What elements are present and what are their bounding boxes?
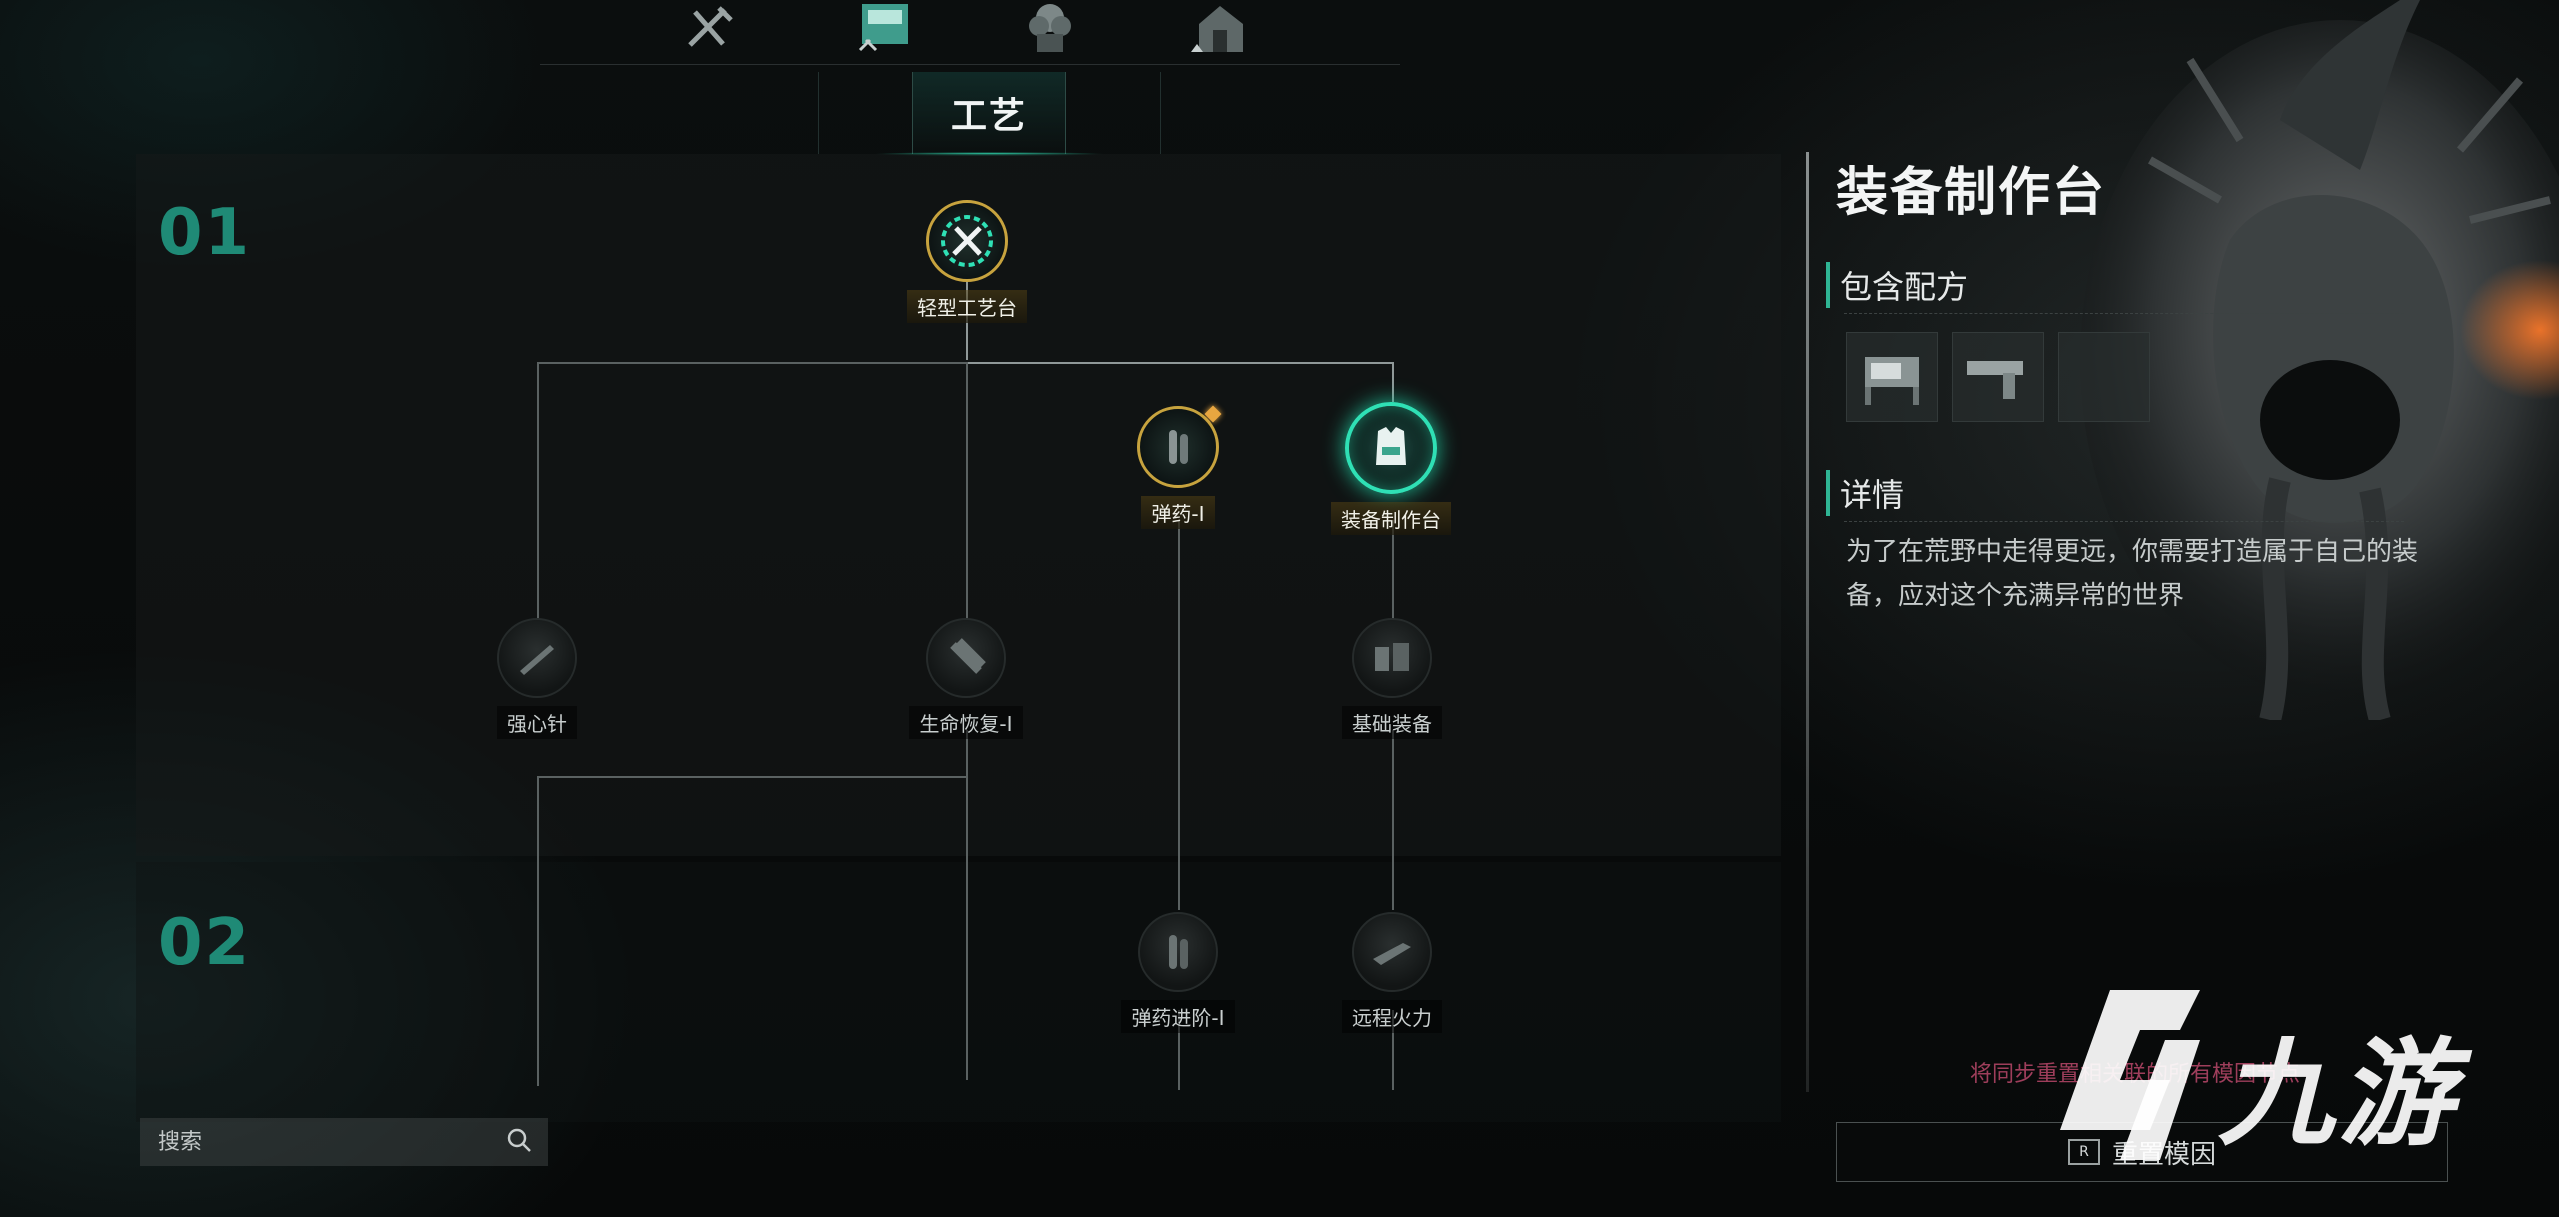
tree-connector bbox=[1178, 520, 1180, 910]
tree-connector bbox=[966, 362, 968, 620]
tree-connector bbox=[966, 730, 968, 1080]
watermark-text: 九游 bbox=[2218, 1027, 2458, 1162]
game-screen: 工艺 01 02 轻型工艺台 弹药-I 装备制作台 强心针 生命恢复-I 基础装… bbox=[0, 0, 2559, 1217]
recipes-heading: 包含配方 bbox=[1826, 262, 2405, 314]
node-label: 基础装备 bbox=[1342, 706, 1442, 739]
node-ammo-1[interactable]: 弹药-I bbox=[1078, 406, 1278, 529]
node-label: 轻型工艺台 bbox=[907, 290, 1027, 323]
tree-connector bbox=[1392, 362, 1394, 402]
tree-connector bbox=[537, 776, 539, 1086]
node-icon-frame bbox=[926, 618, 1006, 698]
node-ammo-advanced-1[interactable]: 弹药进阶-I bbox=[1078, 912, 1278, 1033]
tab-craft[interactable]: 工艺 bbox=[873, 72, 1105, 156]
node-icon-frame bbox=[1352, 912, 1432, 992]
bullet-icon bbox=[1169, 430, 1188, 464]
tab-divider bbox=[818, 72, 819, 154]
tier-panel-02 bbox=[136, 862, 1781, 1122]
node-basic-equipment[interactable]: 基础装备 bbox=[1292, 618, 1492, 739]
tree-connector bbox=[966, 362, 1392, 364]
tree-connector bbox=[537, 362, 539, 620]
tree-connector bbox=[1392, 730, 1394, 910]
syringe-icon bbox=[520, 645, 554, 675]
rifle-icon bbox=[1373, 943, 1411, 965]
node-health-restore-1[interactable]: 生命恢复-I bbox=[866, 618, 1066, 739]
node-icon-frame bbox=[1138, 912, 1218, 992]
top-nav bbox=[540, 0, 1400, 65]
detail-description: 为了在荒野中走得更远，你需要打造属于自己的装备，应对这个充满异常的世界 bbox=[1846, 537, 2419, 611]
search-input[interactable] bbox=[156, 1128, 506, 1156]
tier-number: 01 bbox=[158, 196, 252, 270]
node-label: 弹药进阶-I bbox=[1121, 1000, 1235, 1033]
recipe-slot[interactable] bbox=[2058, 332, 2150, 422]
node-light-workbench[interactable]: 轻型工艺台 bbox=[867, 200, 1067, 323]
search-bar bbox=[140, 1118, 548, 1166]
node-label: 远程火力 bbox=[1342, 1000, 1442, 1033]
tier-number: 02 bbox=[158, 906, 252, 980]
tab-divider bbox=[1160, 72, 1161, 154]
node-icon-frame bbox=[926, 200, 1008, 282]
tree-connector bbox=[1392, 520, 1394, 630]
search-icon[interactable] bbox=[506, 1127, 532, 1157]
bullet-icon bbox=[1169, 935, 1188, 969]
detail-title: 装备制作台 bbox=[1836, 163, 2107, 223]
pickaxe-wrench-icon bbox=[941, 215, 993, 267]
weapon-icon bbox=[1967, 361, 2023, 399]
node-label: 弹药-I bbox=[1141, 496, 1215, 529]
medkit-icon bbox=[950, 638, 986, 674]
node-icon-frame bbox=[497, 618, 577, 698]
plant-icon[interactable] bbox=[1015, 0, 1085, 56]
node-label: 强心针 bbox=[497, 706, 577, 739]
tree-connector bbox=[537, 362, 967, 364]
armor-vest-icon bbox=[1376, 427, 1406, 465]
node-icon-frame bbox=[1352, 618, 1432, 698]
node-icon-frame bbox=[1345, 402, 1437, 494]
node-equipment-workbench[interactable]: 装备制作台 bbox=[1291, 402, 1491, 535]
blank-recipe-icon bbox=[2059, 333, 2149, 421]
base-icon[interactable] bbox=[1185, 0, 1255, 56]
node-stimulant[interactable]: 强心针 bbox=[437, 618, 637, 739]
tree-connector bbox=[537, 776, 967, 778]
workbench-icon bbox=[1865, 357, 1919, 405]
node-label: 生命恢复-I bbox=[909, 706, 1023, 739]
workstation-icon[interactable] bbox=[850, 0, 920, 56]
recipe-workbench[interactable] bbox=[1846, 332, 1938, 422]
node-icon-frame bbox=[1137, 406, 1219, 488]
equipment-icon bbox=[1375, 643, 1409, 671]
node-label: 装备制作台 bbox=[1331, 502, 1451, 535]
details-heading: 详情 bbox=[1826, 470, 2405, 522]
tab-craft-label: 工艺 bbox=[950, 96, 1027, 137]
node-ranged-firepower[interactable]: 远程火力 bbox=[1292, 912, 1492, 1033]
crafting-tools-icon[interactable] bbox=[675, 0, 745, 56]
detail-divider bbox=[1806, 152, 1809, 1092]
recipe-weapon[interactable] bbox=[1952, 332, 2044, 422]
